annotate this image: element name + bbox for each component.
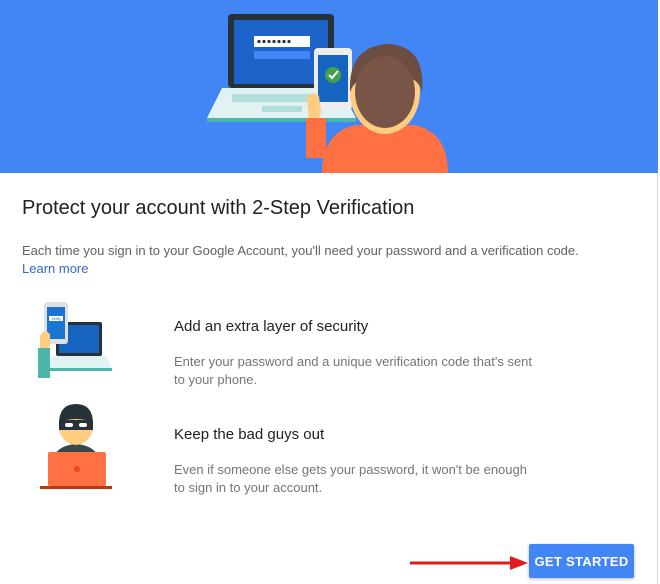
page-title: Protect your account with 2-Step Verific… xyxy=(22,197,415,219)
verification-card: Protect your account with 2-Step Verific… xyxy=(0,0,658,584)
get-started-button[interactable]: GET STARTED xyxy=(529,544,634,578)
hero-illustration xyxy=(207,14,448,173)
burglar-icon xyxy=(40,404,112,489)
red-arrow-icon xyxy=(410,556,528,570)
feature-bad-guys-title: Keep the bad guys out xyxy=(174,426,325,443)
feature-security-description: Enter your password and a unique verific… xyxy=(174,354,533,387)
learn-more-link[interactable]: Learn more xyxy=(22,260,622,278)
description-text: Each time you sign in to your Google Acc… xyxy=(22,243,579,258)
hero-banner xyxy=(0,0,658,173)
feature-security-title: Add an extra layer of security xyxy=(174,318,369,335)
phone-screen-text: Verify xyxy=(52,317,61,321)
description: Each time you sign in to your Google Acc… xyxy=(22,242,622,278)
feature-bad-guys-description: Even if someone else gets your password,… xyxy=(174,462,527,495)
laptop-phone-icon: Verify xyxy=(38,302,112,378)
